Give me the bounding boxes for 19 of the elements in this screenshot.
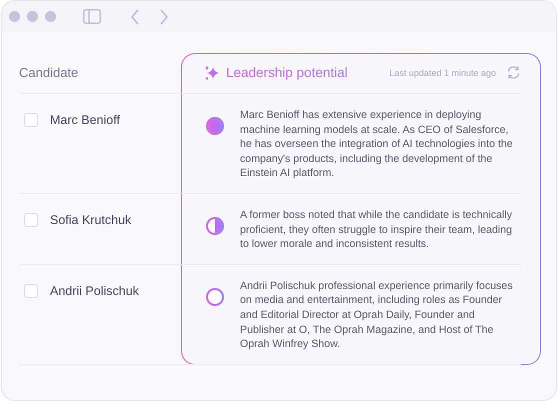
sparkle-icon — [204, 64, 220, 80]
candidate-name: Sofia Krutchuk — [50, 212, 132, 227]
window-control-icon[interactable] — [9, 11, 20, 22]
summary-text: Marc Benioff has extensive experience in deploying machine learning models at scale. As CEO of Salesforce, he has overseen the integration of AI technologies into the company's products, including the development of the Einstein AI platform. — [240, 108, 514, 181]
candidate-name: Andrii Polischuk — [50, 284, 139, 298]
row-checkbox[interactable] — [24, 212, 38, 227]
refresh-icon[interactable] — [506, 65, 521, 80]
summary-text: Andrii Polischuk professional experience primarily focuses on media and entertainment, including roles as Founder and Editorial Director at Oprah Daily, Founder and Publisher at O, The Oprah Magazine, and Host of The Oprah Winfrey Show. — [240, 278, 514, 352]
column-header: Candidate — [19, 65, 78, 80]
back-icon[interactable] — [130, 8, 140, 24]
row-checkbox[interactable] — [24, 284, 38, 298]
summary-text: A former boss noted that while the candidate is technically proficient, they often struggle to inspire their team, leading to lower morale and inconsistent results. — [240, 208, 514, 252]
window-control-icon[interactable] — [27, 11, 38, 22]
candidate-name: Marc Benioff — [50, 113, 120, 127]
sidebar-icon[interactable] — [83, 9, 101, 24]
row-checkbox[interactable] — [24, 113, 38, 127]
last-updated-text: Last updated 1 minute ago — [389, 68, 496, 78]
window-control-icon[interactable] — [45, 11, 56, 22]
forward-icon[interactable] — [159, 8, 169, 24]
